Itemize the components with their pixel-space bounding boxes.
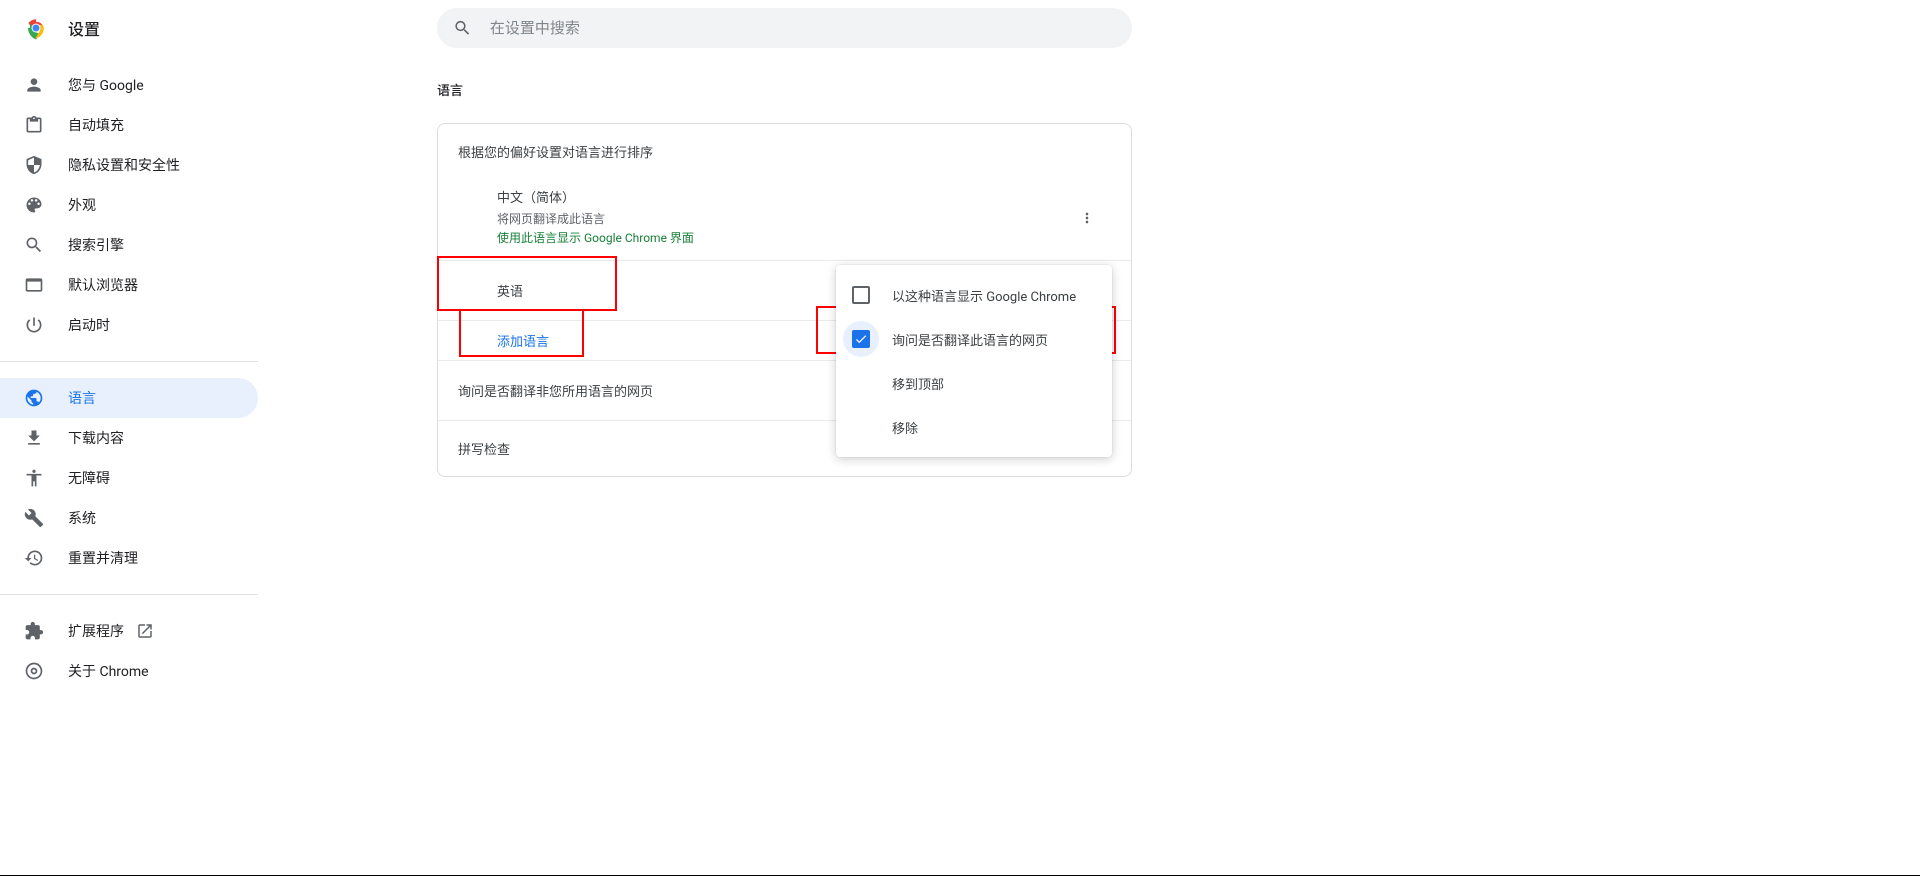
sidebar-item-downloads[interactable]: 下载内容 — [0, 418, 258, 458]
ask-translate-label: 询问是否翻译非您所用语言的网页 — [458, 385, 653, 400]
sidebar-item-search-engine[interactable]: 搜索引擎 — [0, 225, 258, 265]
globe-icon — [24, 388, 44, 408]
search-icon — [453, 18, 472, 38]
sidebar-item-startup[interactable]: 启动时 — [0, 305, 258, 345]
popup-remove[interactable]: 移除 — [836, 405, 1112, 449]
sidebar-item-about[interactable]: 关于 Chrome — [0, 651, 258, 691]
sidebar-item-label: 关于 Chrome — [68, 661, 149, 681]
popup-display-chrome[interactable]: 以这种语言显示 Google Chrome — [836, 273, 1112, 317]
page-title: 设置 — [68, 16, 100, 40]
sidebar-item-language[interactable]: 语言 — [0, 378, 258, 418]
sidebar-item-label: 扩展程序 — [68, 621, 124, 641]
sidebar-item-accessibility[interactable]: 无障碍 — [0, 458, 258, 498]
popup-item-label: 移到顶部 — [892, 374, 944, 393]
sidebar-item-appearance[interactable]: 外观 — [0, 185, 258, 225]
accessibility-icon — [24, 468, 44, 488]
sidebar-item-label: 自动填充 — [68, 115, 124, 135]
restore-icon — [24, 548, 44, 568]
sidebar-separator — [0, 361, 258, 362]
spellcheck-label: 拼写检查 — [458, 443, 510, 458]
sidebar-item-label: 启动时 — [68, 315, 110, 335]
sidebar-item-label: 默认浏览器 — [68, 275, 138, 295]
popup-item-label: 询问是否翻译此语言的网页 — [892, 330, 1048, 349]
language-subtext-translate: 将网页翻译成此语言 — [497, 210, 1111, 227]
sidebar-item-you-google[interactable]: 您与 Google — [0, 65, 258, 105]
popup-item-label: 以这种语言显示 Google Chrome — [892, 286, 1076, 305]
sidebar-item-label: 搜索引擎 — [68, 235, 124, 255]
language-row-primary: 中文（简体） 将网页翻译成此语言 使用此语言显示 Google Chrome 界… — [438, 175, 1131, 260]
shield-icon — [24, 155, 44, 175]
popup-item-label: 移除 — [892, 418, 918, 437]
sidebar-item-label: 重置并清理 — [68, 548, 138, 568]
sidebar-item-label: 外观 — [68, 195, 96, 215]
open-external-icon — [136, 622, 154, 640]
logo-title-group: 设置 — [16, 16, 100, 40]
sidebar-item-label: 您与 Google — [68, 75, 144, 95]
sidebar-item-autofill[interactable]: 自动填充 — [0, 105, 258, 145]
top-bar: 设置 — [0, 0, 1920, 56]
sidebar: 您与 Google 自动填充 隐私设置和安全性 外观 搜索引擎 默认浏览器 启动… — [0, 65, 258, 691]
language-options-popup: 以这种语言显示 Google Chrome 询问是否翻译此语言的网页 移到顶部 … — [836, 265, 1112, 457]
card-order-description: 根据您的偏好设置对语言进行排序 — [438, 124, 1131, 175]
more-options-button[interactable] — [1071, 202, 1103, 234]
sidebar-item-system[interactable]: 系统 — [0, 498, 258, 538]
language-subtext-display: 使用此语言显示 Google Chrome 界面 — [497, 229, 1111, 246]
chrome-logo-icon — [24, 16, 48, 40]
search-input[interactable] — [490, 20, 1116, 37]
language-name: 中文（简体） — [497, 187, 1111, 206]
checkbox-unchecked-icon[interactable] — [852, 286, 870, 304]
browser-icon — [24, 275, 44, 295]
checkbox-checked-icon[interactable] — [852, 330, 870, 348]
palette-icon — [24, 195, 44, 215]
sidebar-item-default-browser[interactable]: 默认浏览器 — [0, 265, 258, 305]
section-title: 语言 — [437, 80, 1132, 99]
person-icon — [24, 75, 44, 95]
extension-icon — [24, 621, 44, 641]
more-vert-icon — [1079, 210, 1095, 226]
sidebar-item-extensions[interactable]: 扩展程序 — [0, 611, 258, 651]
sidebar-item-label: 隐私设置和安全性 — [68, 155, 180, 175]
sidebar-item-label: 下载内容 — [68, 428, 124, 448]
popup-ask-translate[interactable]: 询问是否翻译此语言的网页 — [836, 317, 1112, 361]
popup-move-top[interactable]: 移到顶部 — [836, 361, 1112, 405]
download-icon — [24, 428, 44, 448]
wrench-icon — [24, 508, 44, 528]
search-icon — [24, 235, 44, 255]
sidebar-item-reset[interactable]: 重置并清理 — [0, 538, 258, 578]
sidebar-item-label: 无障碍 — [68, 468, 110, 488]
sidebar-item-label: 语言 — [68, 388, 96, 408]
power-icon — [24, 315, 44, 335]
checkmark-icon — [854, 332, 868, 346]
add-language-link[interactable]: 添加语言 — [497, 335, 549, 350]
sidebar-item-label: 系统 — [68, 508, 96, 528]
search-container[interactable] — [437, 8, 1132, 48]
language-name: 英语 — [497, 285, 523, 300]
sidebar-item-privacy[interactable]: 隐私设置和安全性 — [0, 145, 258, 185]
sidebar-separator — [0, 594, 258, 595]
clipboard-icon — [24, 115, 44, 135]
chrome-outline-icon — [24, 661, 44, 681]
